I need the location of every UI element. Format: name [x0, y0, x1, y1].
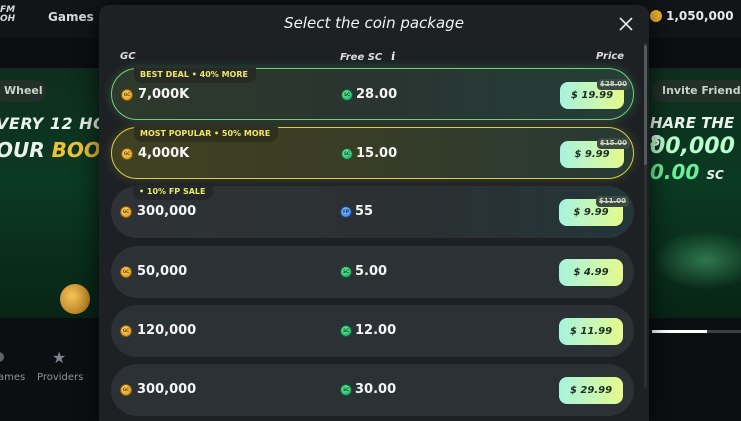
deal-badge: • 10% FP SALE	[133, 185, 214, 200]
gc-amount: 50,000	[137, 264, 188, 279]
lightning-decoration	[652, 230, 741, 290]
old-price: $11.00	[596, 196, 630, 207]
bonus-amount: 55	[355, 204, 374, 219]
bonus-amount: 30.00	[355, 382, 397, 397]
banner-right-sc-value: 0.00	[650, 160, 700, 184]
close-icon	[619, 17, 633, 31]
banner-right-sc-unit: SC	[706, 168, 724, 182]
column-header-free-sc: Free SC i	[340, 51, 398, 63]
gc-amount: 120,000	[137, 323, 197, 338]
bottom-nav-games[interactable]: ames	[0, 372, 25, 383]
deal-badge: MOST POPULAR • 50% MORE	[134, 127, 279, 142]
banner-right-sc: 0.00 SC	[650, 160, 724, 184]
column-header-free-sc-label: Free SC	[340, 51, 383, 63]
sc-coin-icon: SC	[340, 384, 352, 396]
balance-display[interactable]: 1,050,000 ⌄	[650, 9, 741, 23]
gc-amount: 4,000K	[138, 146, 190, 161]
coin-package-modal: Select the coin package GC Free SC i Pri…	[99, 5, 649, 421]
column-header-price: Price	[596, 51, 625, 62]
banner-left-sub-a: OUR	[0, 138, 52, 162]
banner-left-subline: OUR BOOS	[0, 138, 115, 162]
package-row[interactable]: GC 50,000 SC 5.00 $ 4.99	[111, 246, 634, 298]
sc-coin-icon: SC	[341, 148, 353, 160]
gc-amount: 300,000	[137, 204, 197, 219]
gc-coin-icon: GC	[120, 325, 132, 337]
coin-decoration-icon	[60, 284, 90, 314]
modal-title: Select the coin package	[284, 14, 464, 32]
gc-coin-icon: GC	[120, 384, 132, 396]
bonus-amount: 15.00	[356, 146, 398, 161]
banner-right-amount: 00,000	[650, 134, 735, 159]
deal-badge: BEST DEAL • 40% MORE	[134, 68, 256, 83]
site-logo[interactable]: FM OH	[0, 6, 15, 24]
buy-button[interactable]: $ 11.99	[559, 318, 623, 345]
carousel-progress	[652, 330, 741, 333]
bonus-amount: 12.00	[355, 323, 397, 338]
gold-coin-icon	[650, 10, 662, 22]
old-price: $15.00	[597, 138, 631, 149]
bottom-nav-providers[interactable]: Providers	[37, 372, 83, 383]
bonus-amount: 5.00	[355, 264, 388, 279]
package-row[interactable]: GC 120,000 SC 12.00 $ 11.99	[111, 305, 634, 357]
gc-amount: 7,000K	[138, 87, 190, 102]
buy-button[interactable]: $ 29.99	[559, 377, 623, 404]
sc-coin-icon: SC	[340, 325, 352, 337]
invite-friends-tab[interactable]: Invite Friends	[652, 80, 741, 102]
sc-coin-icon: SC	[340, 266, 352, 278]
gc-coin-icon: GC	[120, 266, 132, 278]
scrollbar-thumb[interactable]	[644, 45, 647, 165]
gc-coin-icon: GC	[121, 148, 133, 160]
info-icon[interactable]: i	[388, 51, 398, 63]
old-price: $28.00	[597, 79, 631, 90]
banner-left-headline: VERY 12 HO	[0, 114, 108, 133]
gc-coin-icon: GC	[121, 89, 133, 101]
package-row[interactable]: • 10% FP SALE GC 300,000 FP 55 $ 9.99 $1…	[111, 185, 634, 238]
fp-coin-icon: FP	[340, 206, 352, 218]
games-nav-icon[interactable]	[0, 352, 4, 362]
sc-coin-icon: SC	[341, 89, 353, 101]
column-header-gc: GC	[120, 51, 136, 62]
balance-amount: 1,050,000	[666, 9, 734, 23]
package-row[interactable]: GC 300,000 SC 30.00 $ 29.99	[111, 364, 634, 416]
buy-button[interactable]: $ 4.99	[559, 259, 623, 286]
star-icon[interactable]: ★	[52, 348, 66, 367]
package-row[interactable]: BEST DEAL • 40% MORE GC 7,000K SC 28.00 …	[111, 68, 634, 120]
bonus-amount: 28.00	[356, 87, 398, 102]
wheel-tab[interactable]: Wheel	[0, 80, 46, 102]
package-row[interactable]: MOST POPULAR • 50% MORE GC 4,000K SC 15.…	[111, 127, 634, 179]
gc-amount: 300,000	[137, 382, 197, 397]
gc-coin-icon: GC	[120, 206, 132, 218]
nav-games-link[interactable]: Games	[48, 10, 94, 24]
close-button[interactable]	[617, 15, 635, 33]
